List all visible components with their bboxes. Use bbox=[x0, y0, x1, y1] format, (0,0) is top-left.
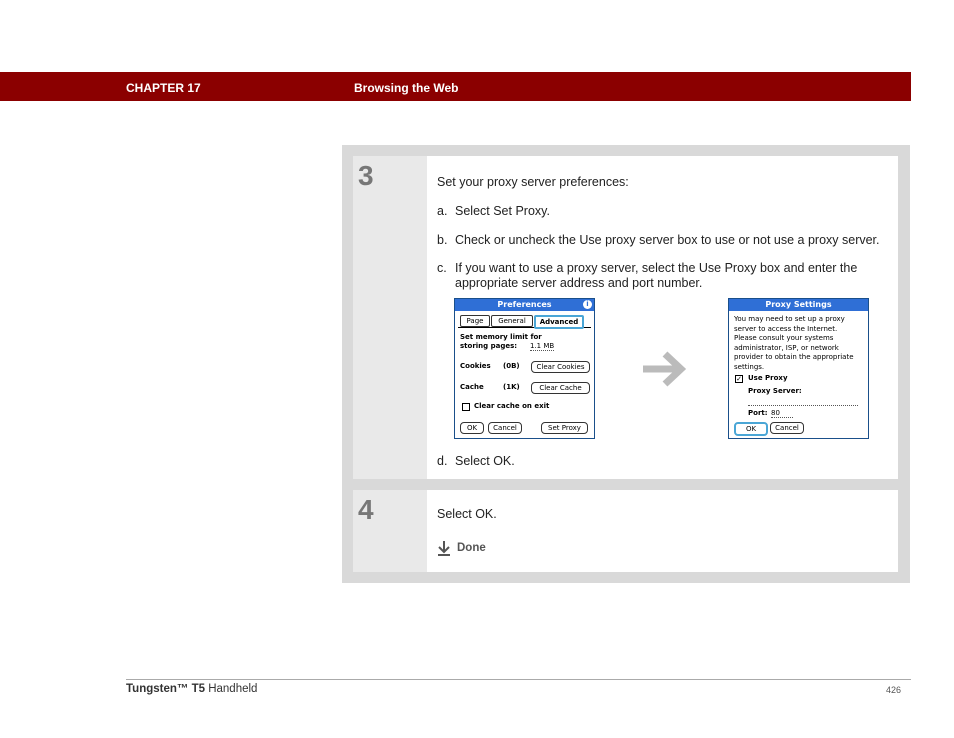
set-proxy-button[interactable]: Set Proxy bbox=[541, 422, 588, 434]
tab-page[interactable]: Page bbox=[460, 315, 490, 327]
step-number-box: 4 bbox=[353, 490, 427, 572]
port-field[interactable]: 80 bbox=[771, 409, 793, 418]
step-4: 4 Select OK. Done bbox=[353, 490, 898, 572]
clear-cache-on-exit-label: Clear cache on exit bbox=[474, 402, 550, 410]
footer-divider bbox=[126, 679, 911, 680]
tab-advanced[interactable]: Advanced bbox=[534, 315, 584, 329]
list-item: d. Select OK. bbox=[437, 454, 515, 468]
checkbox-icon[interactable] bbox=[462, 403, 470, 411]
info-icon: i bbox=[583, 300, 592, 309]
screen-title: Proxy Settings bbox=[765, 300, 832, 309]
clear-cookies-button[interactable]: Clear Cookies bbox=[531, 361, 590, 373]
screen-title-bar: Preferences i bbox=[455, 299, 594, 311]
product-name: Tungsten™ T5 bbox=[126, 683, 206, 695]
step-number: 4 bbox=[358, 494, 374, 525]
cookies-size: (0B) bbox=[503, 362, 520, 370]
cache-label: Cache bbox=[460, 383, 484, 391]
chapter-title: Browsing the Web bbox=[354, 81, 459, 95]
step-text: Select OK. bbox=[437, 507, 497, 521]
cookies-label: Cookies bbox=[460, 362, 491, 370]
preferences-screenshot: Preferences i Page General Advanced Set … bbox=[454, 298, 595, 439]
cancel-button[interactable]: Cancel bbox=[770, 422, 804, 434]
done-marker: Done bbox=[437, 540, 486, 556]
clear-cache-button[interactable]: Clear Cache bbox=[531, 382, 590, 394]
ok-button[interactable]: OK bbox=[460, 422, 484, 434]
screen-title: Preferences bbox=[497, 300, 552, 309]
product-suffix: Handheld bbox=[205, 683, 258, 695]
ok-button[interactable]: OK bbox=[734, 422, 768, 436]
proxy-server-field[interactable] bbox=[748, 405, 858, 406]
step-intro: Set your proxy server preferences: bbox=[437, 175, 629, 189]
proxy-message: You may need to set up a proxy server to… bbox=[734, 315, 854, 371]
cancel-button[interactable]: Cancel bbox=[488, 422, 522, 434]
screen-title-bar: Proxy Settings bbox=[729, 299, 868, 311]
proxy-server-label: Proxy Server: bbox=[748, 387, 802, 395]
list-item: c. If you want to use a proxy server, sel… bbox=[437, 261, 858, 290]
port-label: Port: bbox=[748, 409, 768, 417]
proxy-settings-screenshot: Proxy Settings You may need to set up a … bbox=[728, 298, 869, 439]
chapter-number: CHAPTER 17 bbox=[126, 81, 201, 95]
memory-limit-value[interactable]: 1.1 MB bbox=[530, 342, 555, 351]
footer-product: Tungsten™ T5 Handheld bbox=[126, 683, 257, 695]
done-down-arrow-icon bbox=[438, 541, 450, 556]
arrow-right-icon bbox=[641, 350, 687, 388]
page-number: 426 bbox=[886, 685, 902, 695]
checkbox-icon[interactable]: ✓ bbox=[735, 375, 743, 383]
use-proxy-label: Use Proxy bbox=[748, 374, 788, 382]
step-number: 3 bbox=[358, 160, 374, 191]
chapter-header: CHAPTER 17 Browsing the Web bbox=[0, 72, 911, 101]
list-item: a. Select Set Proxy. bbox=[437, 204, 550, 218]
step-number-box: 3 bbox=[353, 156, 427, 479]
done-label: Done bbox=[457, 542, 486, 554]
tab-general[interactable]: General bbox=[491, 315, 533, 327]
cache-size: (1K) bbox=[503, 383, 520, 391]
list-item: b. Check or uncheck the Use proxy server … bbox=[437, 233, 880, 247]
